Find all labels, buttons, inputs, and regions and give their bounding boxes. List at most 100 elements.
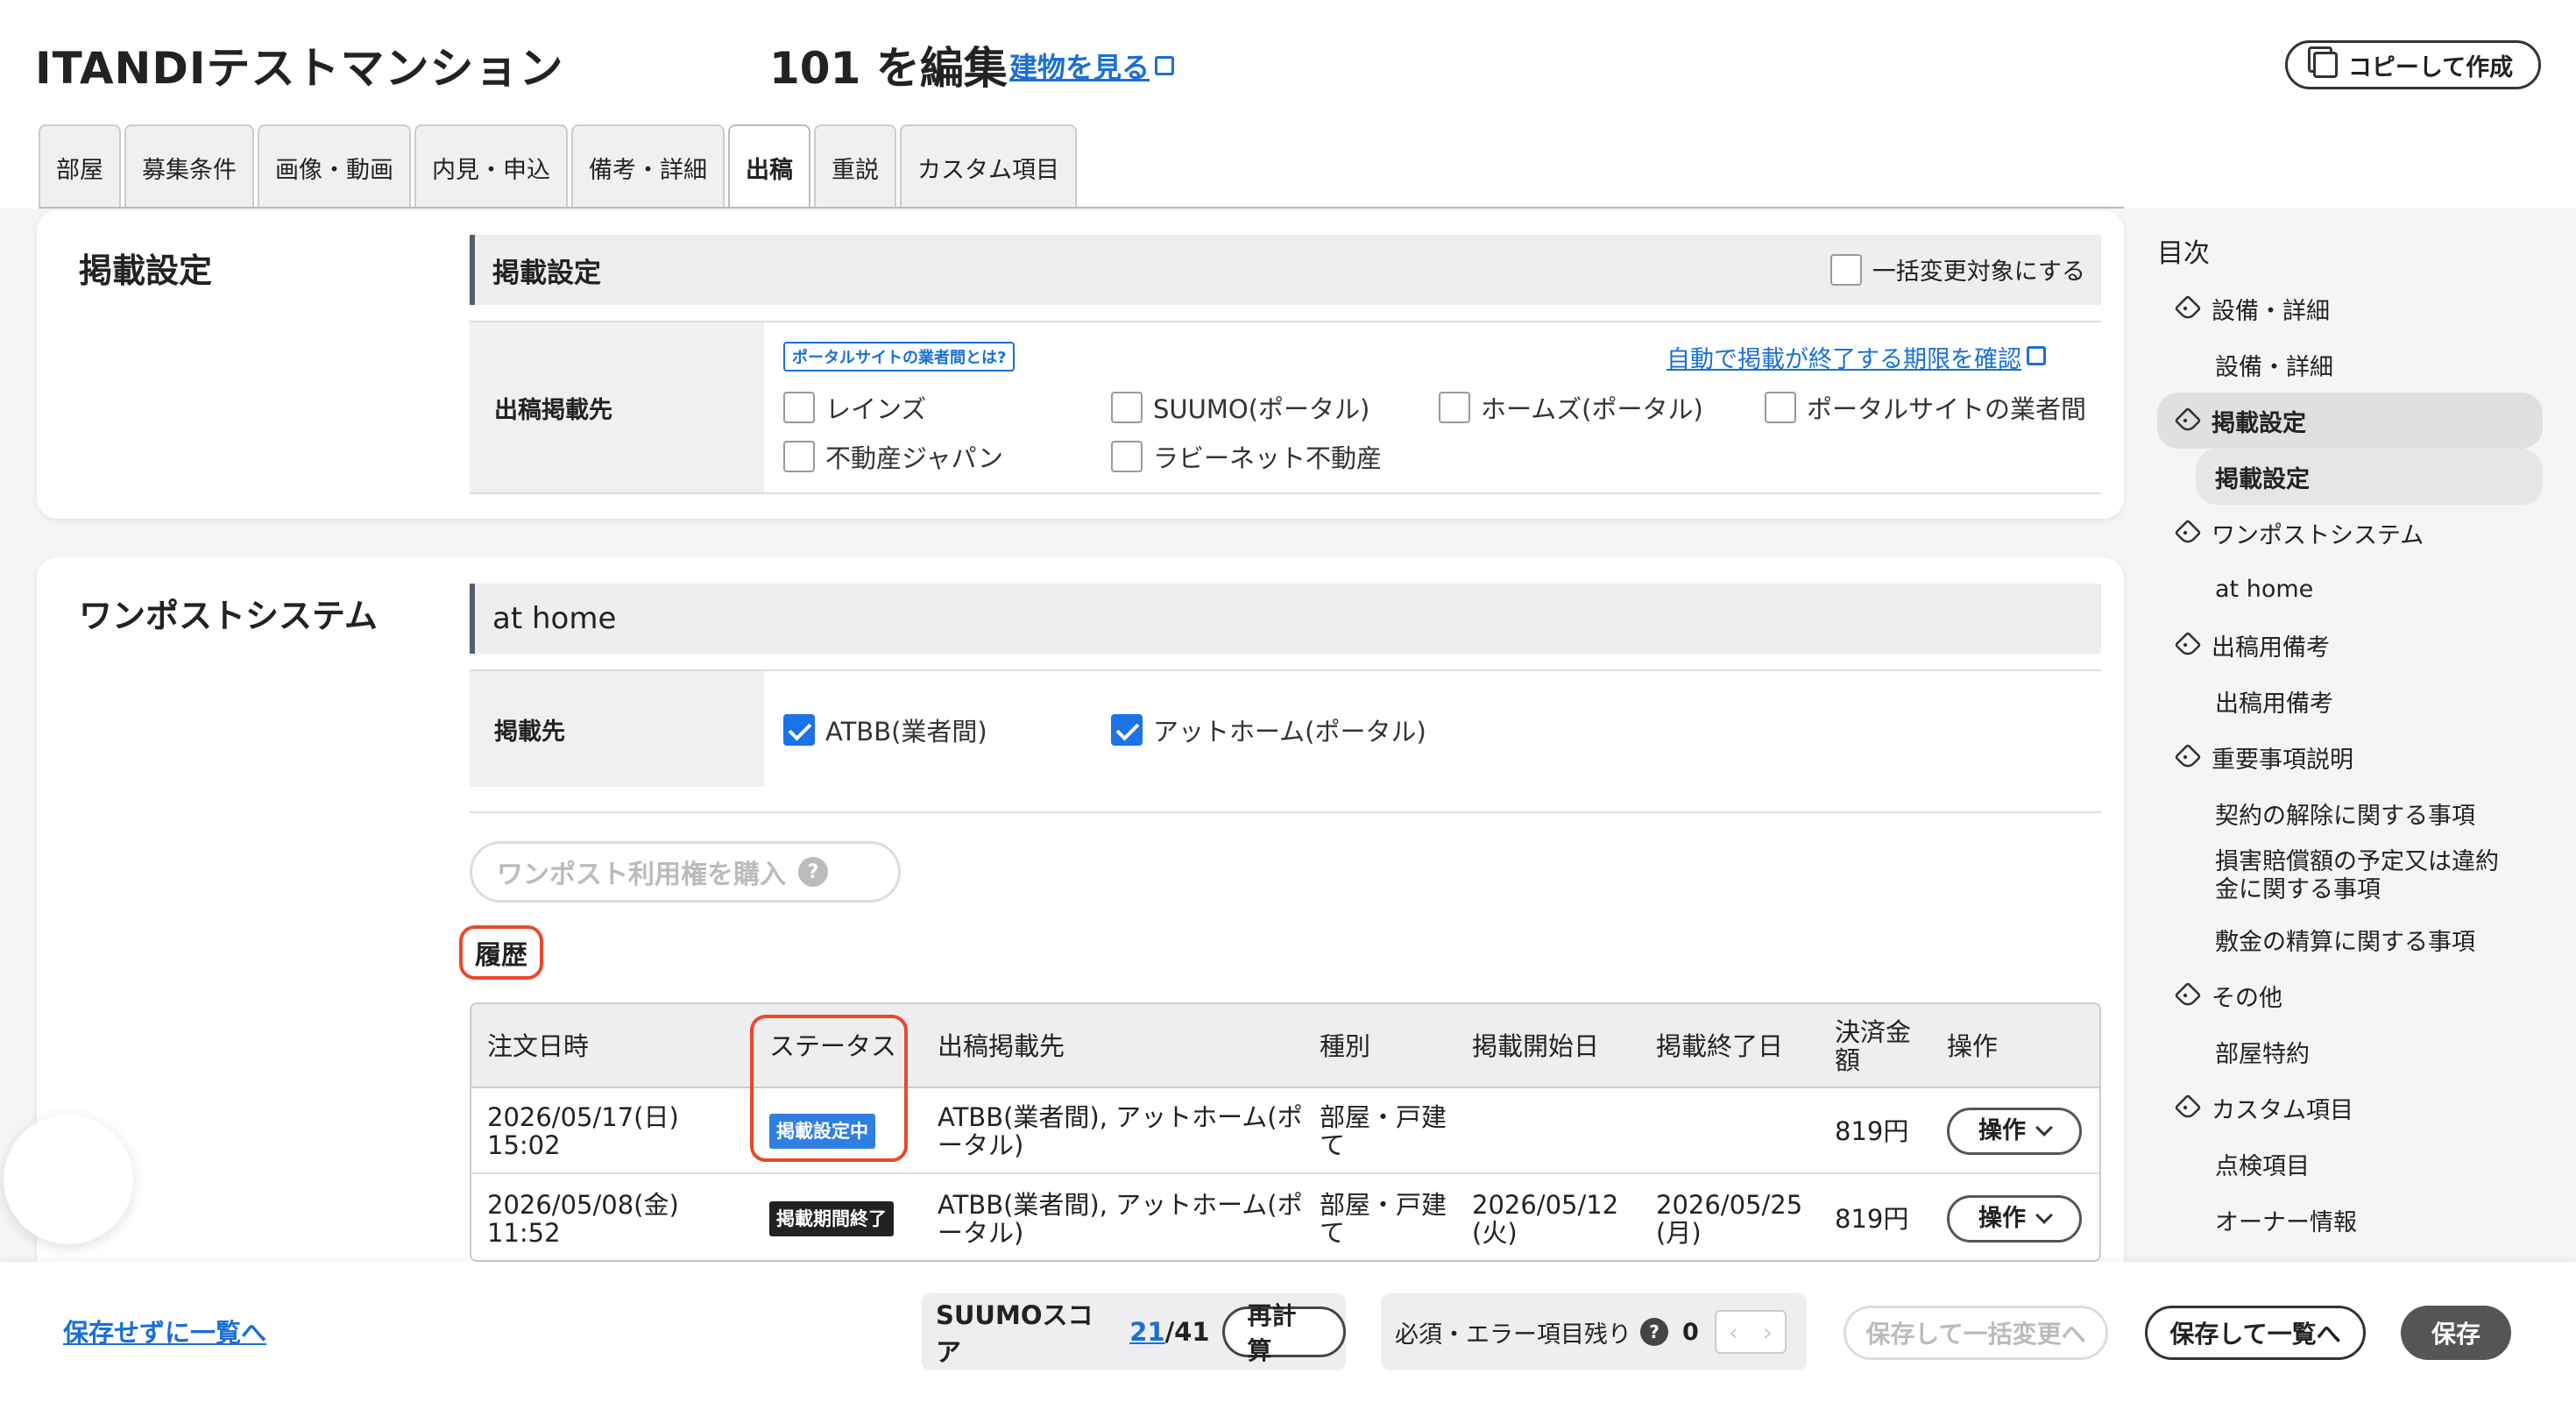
score-label: SUUMOスコア (936, 1300, 1093, 1367)
back-without-save-link[interactable]: 保存せずに一覧へ (63, 1313, 266, 1349)
recalculate-button[interactable]: 再計算 (1221, 1301, 1346, 1365)
listing-settings-card: 掲載設定 掲載設定 一括変更対象にする 出稿掲載先 ポータルサイトの業者間とは?… (37, 210, 2124, 519)
toc-item-owner-info[interactable]: オーナー情報 (2157, 1192, 2543, 1248)
start-date-line1: 2026/05/12 (1472, 1190, 1619, 1220)
toc-item-equipment[interactable]: 設備・詳細 (2157, 280, 2543, 336)
tab-important-explanation[interactable]: 重説 (814, 124, 896, 209)
option-label: ホームズ(ポータル) (1481, 394, 1703, 424)
toc-item-custom[interactable]: カスタム項目 (2157, 1080, 2543, 1136)
error-counter: 必須・エラー項目残り ? 0 ‹ › (1381, 1293, 1807, 1370)
floating-avatar[interactable] (4, 1115, 133, 1244)
toc-item-damages[interactable]: 損害賠償額の予定又は違約 金に関する事項 (2157, 841, 2543, 911)
tab-recruit-conditions[interactable]: 募集条件 (124, 124, 254, 209)
checkbox[interactable] (783, 441, 815, 472)
page-header: ITANDIテストマンション 101 を編集 建物を見る コピーして作成 部屋 … (0, 0, 2576, 209)
checkbox[interactable] (1111, 392, 1143, 423)
save-bulk-change-button[interactable]: 保存して一括変更へ (1844, 1306, 2108, 1360)
option-fudosan-japan[interactable]: 不動産ジャパン (783, 438, 1003, 475)
option-atbb[interactable]: ATBB(業者間) (783, 712, 987, 748)
bulk-change-checkbox[interactable]: 一括変更対象にする (1829, 252, 2085, 287)
toc-item-deposit[interactable]: 敷金の精算に関する事項 (2157, 911, 2543, 967)
option-rabbynet[interactable]: ラビーネット不動産 (1111, 438, 1382, 475)
tab-bar: 部屋 募集条件 画像・動画 内見・申込 備考・詳細 出稿 重説 カスタム項目 (39, 124, 1080, 209)
auto-end-link[interactable]: 自動で掲載が終了する期限を確認 (1667, 340, 2046, 374)
amount-cell: 819円 (1835, 1116, 1909, 1146)
auto-end-link-label: 自動で掲載が終了する期限を確認 (1667, 346, 2021, 373)
option-label: レインズ (825, 394, 927, 424)
tab-publishing[interactable]: 出稿 (728, 124, 810, 209)
toc-title: 目次 (2157, 238, 2210, 269)
tag-icon (2174, 519, 2202, 547)
option-reins[interactable]: レインズ (783, 389, 926, 426)
toc-item-room-special[interactable]: 部屋特約 (2157, 1023, 2543, 1080)
checkbox-checked[interactable] (1111, 714, 1143, 746)
toc-item-other[interactable]: その他 (2157, 967, 2543, 1023)
score-value[interactable]: 21 (1129, 1317, 1164, 1347)
error-pager: ‹ › (1714, 1310, 1787, 1354)
history-table: 注文日時 ステータス 出稿掲載先 種別 掲載開始日 掲載終了日 決済金 額 操作… (470, 1002, 2101, 1262)
checkbox[interactable] (1765, 392, 1796, 423)
operation-dropdown-button[interactable]: 操作 (1947, 1195, 2082, 1243)
checkbox-checked[interactable] (783, 714, 815, 746)
status-cell: 掲載設定中 (769, 1088, 875, 1174)
tab-notes-details[interactable]: 備考・詳細 (571, 124, 725, 209)
option-label: ATBB(業者間) (825, 717, 987, 747)
checkbox[interactable] (1439, 392, 1470, 423)
checkbox[interactable] (1111, 441, 1143, 472)
toc-label: カスタム項目 (2212, 1096, 2353, 1124)
option-homes[interactable]: ホームズ(ポータル) (1439, 389, 1703, 426)
bulk-change-checkbox-box[interactable] (1829, 253, 1862, 286)
toc-item-listing-settings[interactable]: 掲載設定 (2157, 393, 2543, 449)
purchase-onepost-button[interactable]: ワンポスト利用権を購入 ? (470, 841, 901, 903)
header-amount-line1: 決済金 (1835, 1017, 1912, 1047)
toc-item-equipment-detail[interactable]: 設備・詳細 (2157, 336, 2543, 393)
listing-destination-label: 掲載先 (470, 671, 764, 787)
option-label: ポータルサイトの業者間 (1807, 394, 2087, 424)
copy-create-button[interactable]: コピーして作成 (2285, 40, 2541, 89)
order-date: 2026/05/17(日) (487, 1102, 679, 1132)
toc-label-line1: 損害賠償額の予定又は違約 (2215, 848, 2499, 875)
operation-label: 操作 (1978, 1205, 2026, 1232)
portal-info-badge[interactable]: ポータルサイトの業者間とは? (783, 342, 1016, 372)
history-heading: 履歴 (459, 925, 543, 980)
tab-room[interactable]: 部屋 (39, 124, 121, 209)
toc-item-inspection[interactable]: 点検項目 (2157, 1136, 2543, 1192)
tag-icon (2174, 294, 2202, 322)
chevron-right-icon[interactable]: › (1751, 1312, 1785, 1352)
table-of-contents: 目次 設備・詳細 設備・詳細 掲載設定 掲載設定 ワンポストシステム at ho… (2157, 231, 2543, 1248)
option-suumo[interactable]: SUUMO(ポータル) (1111, 389, 1369, 426)
option-portal-b2b[interactable]: ポータルサイトの業者間 (1765, 389, 2086, 426)
table-row: 2026/05/08(金) 11:52 掲載期間終了 ATBB(業者間), アッ… (471, 1176, 2099, 1260)
toc-item-athome[interactable]: at home (2157, 561, 2543, 617)
toc-label: 掲載設定 (2212, 409, 2306, 437)
save-button[interactable]: 保存 (2401, 1306, 2511, 1360)
publish-destination-label: 出稿掲載先 (470, 322, 764, 492)
table-header-row: 注文日時 ステータス 出稿掲載先 種別 掲載開始日 掲載終了日 決済金 額 操作 (471, 1004, 2099, 1088)
option-athome-portal[interactable]: アットホーム(ポータル) (1111, 712, 1426, 748)
toc-item-important-matters[interactable]: 重要事項説明 (2157, 729, 2543, 785)
operation-dropdown-button[interactable]: 操作 (1947, 1108, 2082, 1155)
toc-item-listing-settings-detail[interactable]: 掲載設定 (2196, 449, 2543, 505)
chevron-down-icon (2035, 1119, 2053, 1136)
tab-divider (39, 207, 2124, 209)
help-icon[interactable]: ? (1640, 1318, 1668, 1346)
toc-item-onepost[interactable]: ワンポストシステム (2157, 505, 2543, 561)
checkbox[interactable] (783, 392, 815, 423)
tab-viewing-application[interactable]: 内見・申込 (414, 124, 568, 209)
save-to-list-button[interactable]: 保存して一覧へ (2145, 1306, 2366, 1360)
status-cell: 掲載期間終了 (769, 1176, 894, 1260)
chevron-left-icon[interactable]: ‹ (1716, 1312, 1751, 1352)
tab-custom-fields[interactable]: カスタム項目 (900, 124, 1077, 209)
header-order-date: 注文日時 (487, 1031, 590, 1061)
toc-label: 出稿用備考 (2212, 634, 2330, 662)
toc-item-publish-notes-detail[interactable]: 出稿用備考 (2157, 673, 2543, 729)
operation-label: 操作 (1978, 1117, 2026, 1144)
row-divider (470, 811, 2101, 813)
view-building-link[interactable]: 建物を見る (1009, 46, 1175, 86)
operation-cell: 操作 (1947, 1088, 2082, 1174)
option-label: SUUMO(ポータル) (1153, 394, 1370, 424)
toc-item-contract-cancel[interactable]: 契約の解除に関する事項 (2157, 785, 2543, 841)
toc-item-publish-notes[interactable]: 出稿用備考 (2157, 617, 2543, 673)
header-end-date: 掲載終了日 (1656, 1031, 1784, 1061)
tab-images-video[interactable]: 画像・動画 (258, 124, 411, 209)
